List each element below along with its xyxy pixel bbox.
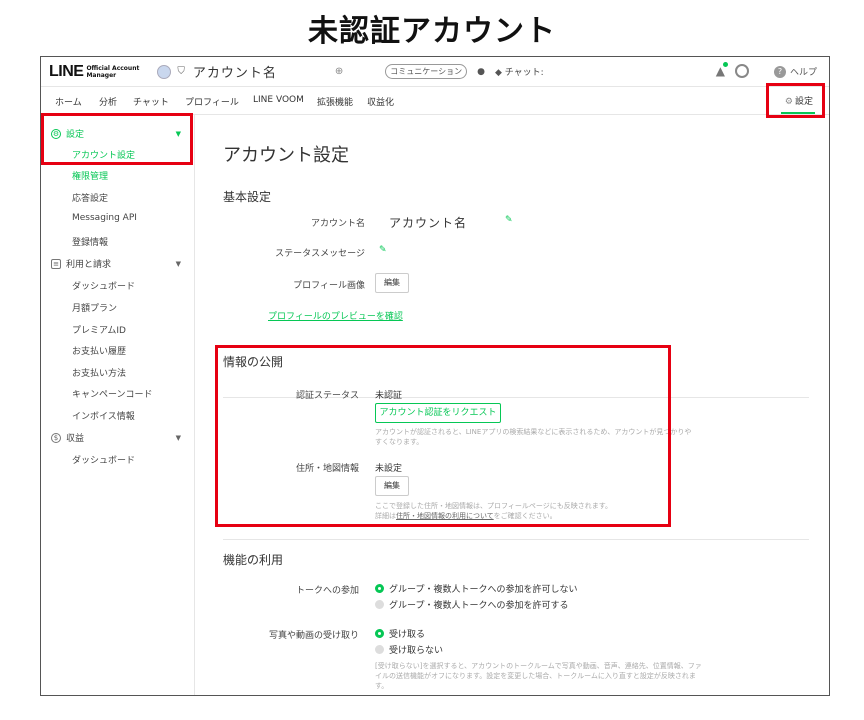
app-window: LINE Official Account Manager ⛉ アカウント名 ⊕ …: [40, 56, 830, 696]
sidebar-item-account-settings[interactable]: アカウント設定: [41, 148, 195, 161]
tab-profile[interactable]: プロフィール: [185, 95, 239, 108]
sidebar: ⚙ 設定 ▼ アカウント設定 権限管理 応答設定 Messaging API 登…: [41, 115, 195, 695]
account-name-value: アカウント名: [389, 216, 468, 230]
person-icon: ●: [477, 66, 485, 77]
gear-icon: ⚙: [51, 128, 61, 139]
tab-analytics[interactable]: 分析: [99, 95, 117, 108]
category-tag: コミュニケーション: [385, 64, 468, 79]
profile-preview-link[interactable]: プロフィールのプレビューを確認: [268, 309, 403, 322]
address-info-link[interactable]: 住所・地図情報の利用について: [396, 512, 494, 520]
logo-text: LINE: [49, 62, 84, 80]
talk-participation-label: トークへの参加: [295, 586, 359, 596]
shield-icon: ⛉: [177, 66, 185, 77]
main-content: アカウント設定 基本設定 アカウント名 アカウント名 ✎ ステータスメッセージ …: [195, 115, 829, 695]
verification-status-value: 未認証: [375, 391, 403, 401]
help-label: ヘルプ: [789, 68, 817, 78]
logo-subtext: Official Account Manager: [86, 64, 140, 79]
radio-talk-disallow[interactable]: [375, 584, 384, 593]
media-receive-label: 写真や動画の受け取り: [268, 631, 359, 641]
notification-dot: [723, 62, 728, 67]
help-link[interactable]: ? ヘルプ: [773, 65, 817, 78]
globe-icon: ⊕: [334, 66, 344, 77]
media-help-text: [受け取らない]を選択すると、アカウントのトークルームで写真や動画、音声、連絡先…: [375, 662, 702, 690]
status-message-label: ステータスメッセージ: [275, 249, 365, 259]
request-verification-button[interactable]: アカウント認証をリクエスト: [375, 403, 501, 423]
notification-bell-icon[interactable]: ▲: [716, 62, 728, 78]
tab-settings[interactable]: ⚙ 設定: [785, 94, 813, 107]
coin-icon: $: [51, 432, 61, 443]
chevron-down-icon: ▼: [175, 433, 181, 442]
main-nav: ホーム 分析 チャット プロフィール LINE VOOM 拡張機能 収益化 ⚙ 設…: [41, 87, 829, 115]
gear-icon: ⚙: [784, 97, 793, 107]
address-label: 住所・地図情報: [295, 464, 359, 474]
sidebar-item-monthly-plan[interactable]: 月額プラン: [41, 301, 195, 314]
address-edit-button[interactable]: 編集: [375, 476, 409, 496]
talk-option-allow[interactable]: グループ・複数人トークへの参加を許可する: [389, 598, 568, 611]
page-heading: 未認証アカウント: [308, 14, 556, 49]
sidebar-item-premium-id[interactable]: プレミアムID: [41, 323, 195, 336]
top-header: LINE Official Account Manager ⛉ アカウント名 ⊕ …: [41, 57, 829, 87]
tab-line-voom[interactable]: LINE VOOM: [253, 95, 304, 105]
sidebar-section-settings[interactable]: ⚙ 設定 ▼: [41, 127, 195, 140]
profile-image-edit-button[interactable]: 編集: [375, 273, 409, 293]
sidebar-item-payment-history[interactable]: お支払い履歴: [41, 344, 195, 357]
edit-pencil-icon[interactable]: ✎: [505, 215, 513, 225]
chat-status: ◆ チャット:: [494, 68, 544, 78]
chevron-down-icon: ▼: [175, 259, 181, 268]
tab-extensions[interactable]: 拡張機能: [317, 95, 353, 108]
radio-talk-allow[interactable]: [375, 600, 384, 609]
page-title: アカウント設定: [223, 145, 349, 166]
tab-monetization[interactable]: 収益化: [367, 95, 394, 108]
account-name-label: アカウント名: [310, 219, 365, 229]
sidebar-item-response-settings[interactable]: 応答設定: [41, 191, 195, 204]
sidebar-item-registration-info[interactable]: 登録情報: [41, 235, 195, 248]
user-account-icon[interactable]: [735, 64, 749, 78]
section-heading-disclosure: 情報の公開: [223, 355, 284, 369]
line-oa-logo[interactable]: LINE Official Account Manager: [49, 63, 139, 81]
verification-status-label: 認証ステータス: [295, 391, 359, 401]
account-avatar[interactable]: [157, 64, 172, 79]
section-heading-basic: 基本設定: [223, 190, 272, 204]
chevron-down-icon: ▼: [175, 129, 181, 138]
tab-home[interactable]: ホーム: [55, 95, 82, 108]
section-heading-features: 機能の利用: [223, 553, 284, 567]
radio-media-reject[interactable]: [375, 645, 384, 654]
talk-option-disallow[interactable]: グループ・複数人トークへの参加を許可しない: [389, 582, 577, 595]
sidebar-item-invoice-info[interactable]: インボイス情報: [41, 409, 195, 422]
sidebar-item-campaign-code[interactable]: キャンペーンコード: [41, 387, 195, 400]
sidebar-item-billing-dashboard[interactable]: ダッシュボード: [41, 279, 195, 292]
account-name[interactable]: アカウント名: [193, 62, 277, 81]
help-icon: ?: [773, 65, 786, 78]
profile-image-label: プロフィール画像: [293, 281, 365, 291]
address-help-text: ここで登録した住所・地図情報は、プロフィールページにも反映されます。 詳細は住所…: [375, 502, 613, 520]
receipt-icon: ≡: [51, 258, 61, 269]
address-value: 未設定: [375, 464, 403, 474]
edit-pencil-icon[interactable]: ✎: [379, 245, 387, 255]
sidebar-item-permissions[interactable]: 権限管理: [41, 169, 195, 182]
sidebar-item-payment-method[interactable]: お支払い方法: [41, 366, 195, 379]
sidebar-section-billing[interactable]: ≡ 利用と請求 ▼: [41, 257, 195, 270]
divider: [223, 539, 809, 540]
media-option-reject[interactable]: 受け取らない: [389, 643, 443, 656]
active-tab-indicator: [781, 112, 815, 114]
verification-help-text: アカウントが認証されると、LINEアプリの検索結果などに表示されるため、アカウン…: [375, 428, 692, 446]
tab-chat[interactable]: チャット: [133, 95, 169, 108]
sidebar-item-messaging-api[interactable]: Messaging API: [41, 213, 195, 223]
sidebar-item-revenue-dashboard[interactable]: ダッシュボード: [41, 453, 195, 466]
media-option-receive[interactable]: 受け取る: [389, 627, 425, 640]
radio-media-receive[interactable]: [375, 629, 384, 638]
sidebar-section-revenue[interactable]: $ 収益 ▼: [41, 431, 195, 444]
